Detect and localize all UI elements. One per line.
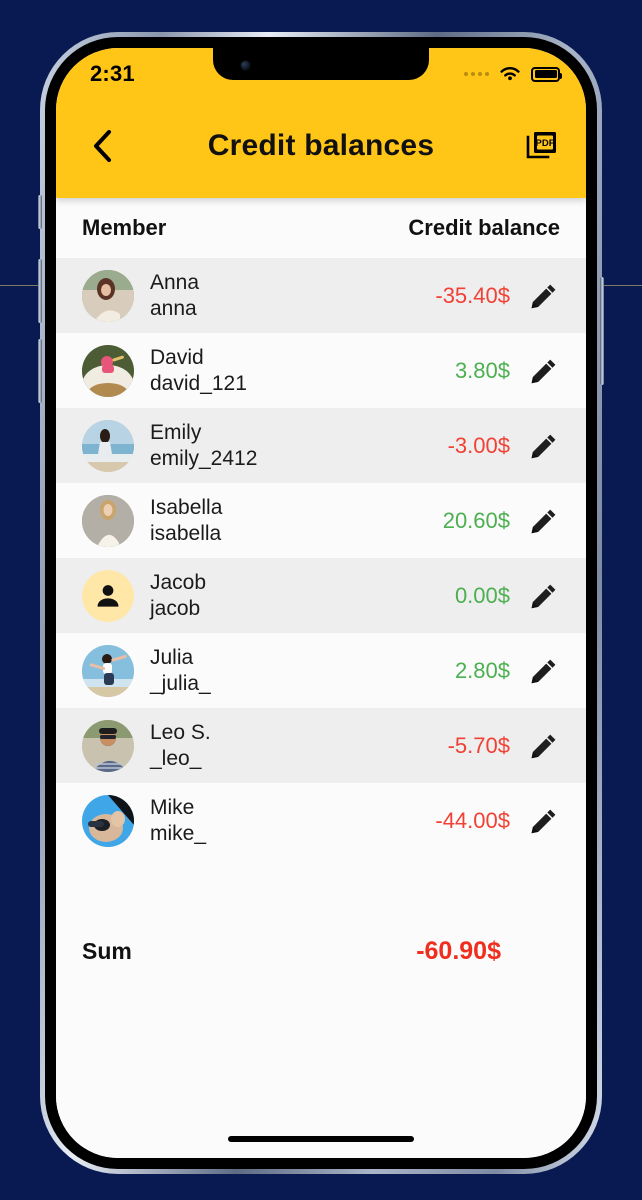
member-display-name: Isabella <box>150 495 223 519</box>
edit-balance-button[interactable] <box>524 501 564 541</box>
member-names: Julia _julia_ <box>150 645 211 696</box>
pencil-icon <box>531 809 556 833</box>
table-row[interactable]: David david_121 3.80$ <box>56 333 586 408</box>
member-handle: david_121 <box>150 371 247 395</box>
credit-balance-value: 3.80$ <box>454 357 510 383</box>
member-display-name: Leo S. <box>150 720 211 744</box>
summary-label: Sum <box>82 937 132 964</box>
chevron-left-icon <box>94 130 111 162</box>
back-button[interactable] <box>80 124 124 168</box>
member-display-name: Emily <box>150 420 202 444</box>
pencil-icon <box>531 659 556 683</box>
member-names: Anna anna <box>150 270 199 321</box>
credit-balance-value: 2.80$ <box>454 657 510 683</box>
member-names: Leo S. _leo_ <box>150 720 211 771</box>
edit-balance-button[interactable] <box>524 651 564 691</box>
table-row[interactable]: Jacob jacob 0.00$ <box>56 558 586 633</box>
content-area: Member Credit balance Anna anna -35.40$ Dav… <box>56 198 586 1158</box>
person-placeholder-icon <box>97 584 119 607</box>
member-names: Mike mike_ <box>150 795 206 846</box>
wifi-icon <box>500 67 520 81</box>
table-row[interactable]: Mike mike_ -44.00$ <box>56 783 586 858</box>
member-display-name: David <box>150 345 204 369</box>
column-header-member: Member <box>82 215 167 240</box>
power-button[interactable] <box>600 277 604 385</box>
battery-full-icon <box>531 66 562 82</box>
member-display-name: Mike <box>150 795 195 819</box>
summary-row: Sum -60.90$ <box>56 914 586 988</box>
page-title: Credit balances <box>207 129 435 162</box>
silent-switch-button[interactable] <box>38 195 42 229</box>
edit-balance-button[interactable] <box>524 726 564 766</box>
pencil-icon <box>531 359 556 383</box>
member-handle: anna <box>150 296 197 320</box>
page-backdrop: 2:31 Credit balances PDF Member Credit b… <box>0 0 642 1200</box>
member-names: Isabella isabella <box>150 495 222 546</box>
member-names: Emily emily_2412 <box>150 420 257 471</box>
avatar <box>82 569 134 622</box>
edit-balance-button[interactable] <box>524 801 564 841</box>
member-handle: isabella <box>150 521 222 545</box>
avatar <box>82 269 134 322</box>
phone-screen: 2:31 Credit balances PDF Member Credit b… <box>56 48 586 1158</box>
summary-value: -60.90$ <box>416 936 501 965</box>
table-header: Member Credit balance <box>56 198 586 258</box>
credit-balance-value: 20.60$ <box>442 507 510 533</box>
phone-device-frame: 2:31 Credit balances PDF Member Credit b… <box>38 32 604 1174</box>
edit-balance-button[interactable] <box>524 351 564 391</box>
avatar <box>82 794 134 847</box>
member-handle: _julia_ <box>150 671 211 695</box>
pencil-icon <box>531 584 556 608</box>
member-handle: mike_ <box>150 821 207 845</box>
column-header-balance: Credit balance <box>408 215 560 240</box>
member-handle: jacob <box>150 596 201 620</box>
avatar <box>82 419 134 472</box>
screen-notch <box>213 48 429 80</box>
pdf-export-button[interactable]: PDF <box>520 124 564 168</box>
phone-bezel: 2:31 Credit balances PDF Member Credit b… <box>38 37 604 1169</box>
member-display-name: Julia <box>150 645 194 669</box>
member-names: David david_121 <box>150 345 247 396</box>
credit-balance-value: 0.00$ <box>454 582 510 608</box>
credit-balance-value: -5.70$ <box>447 732 510 758</box>
svg-text:PDF: PDF <box>536 138 555 149</box>
edit-balance-button[interactable] <box>524 276 564 316</box>
credit-balance-value: -44.00$ <box>435 807 510 833</box>
table-row[interactable]: Isabella isabella 20.60$ <box>56 483 586 558</box>
volume-down-button[interactable] <box>38 339 42 403</box>
member-list: Anna anna -35.40$ David david_121 3.80$ Emily e… <box>56 258 586 858</box>
signal-dots-icon <box>464 72 489 76</box>
pencil-icon <box>531 734 556 758</box>
table-row[interactable]: Emily emily_2412 -3.00$ <box>56 408 586 483</box>
pencil-icon <box>531 509 556 533</box>
member-handle: _leo_ <box>150 746 202 770</box>
member-handle: emily_2412 <box>150 446 258 470</box>
pdf-export-icon: PDF <box>526 132 556 159</box>
status-bar-clock: 2:31 <box>90 61 135 86</box>
member-names: Jacob jacob <box>150 570 206 621</box>
front-camera-icon <box>241 61 250 70</box>
member-display-name: Anna <box>150 270 200 294</box>
table-row[interactable]: Leo S. _leo_ -5.70$ <box>56 708 586 783</box>
table-row[interactable]: Julia _julia_ 2.80$ <box>56 633 586 708</box>
pencil-icon <box>531 284 556 308</box>
avatar <box>82 494 134 547</box>
title-bar: Credit balances PDF <box>56 94 586 198</box>
avatar <box>82 644 134 697</box>
member-display-name: Jacob <box>150 570 207 594</box>
home-indicator[interactable] <box>228 1136 414 1142</box>
avatar <box>82 719 134 772</box>
volume-up-button[interactable] <box>38 259 42 323</box>
status-bar-icons <box>464 65 562 83</box>
credit-balance-value: -35.40$ <box>435 282 510 308</box>
credit-balance-value: -3.00$ <box>447 432 510 458</box>
edit-balance-button[interactable] <box>524 426 564 466</box>
avatar <box>82 344 134 397</box>
pencil-icon <box>531 434 556 458</box>
table-row[interactable]: Anna anna -35.40$ <box>56 258 586 333</box>
edit-balance-button[interactable] <box>524 576 564 616</box>
